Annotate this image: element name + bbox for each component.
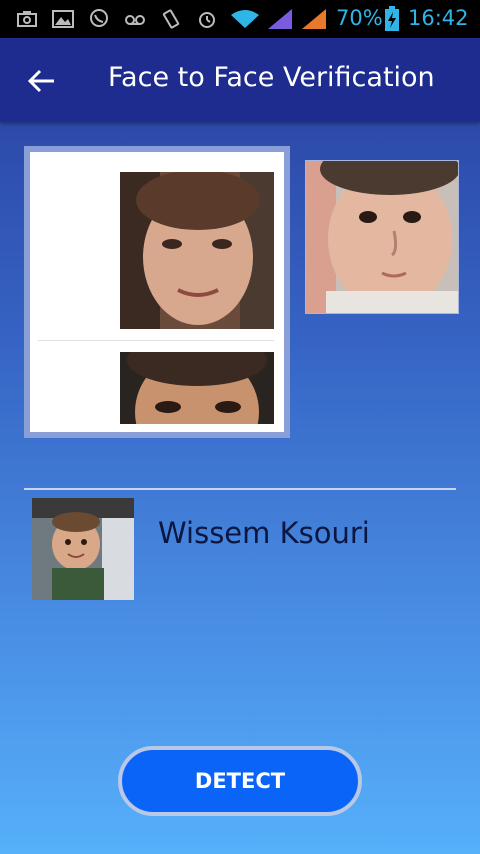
result-photo[interactable] [32, 498, 134, 600]
signal-icon [268, 9, 292, 29]
candidate-faces-list[interactable] [30, 152, 284, 432]
target-face-image[interactable] [305, 160, 459, 314]
list-divider [38, 340, 274, 341]
candidate-face-1[interactable] [120, 172, 274, 329]
vibrate-icon [162, 9, 180, 29]
page-title: Face to Face Verification [108, 62, 435, 93]
result-name: Wissem Ksouri [158, 516, 370, 550]
status-bar: 70% 16:42 [0, 0, 480, 38]
candidate-face-2[interactable] [120, 352, 274, 424]
app-bar: Face to Face Verification [0, 38, 480, 122]
battery-percentage: 70% [336, 6, 383, 30]
viber-icon [90, 9, 108, 27]
detect-button[interactable]: DETECT [118, 746, 362, 816]
signal-icon-2 [302, 9, 326, 29]
wifi-icon [231, 10, 259, 28]
screenshot-icon [17, 11, 37, 27]
gallery-icon [52, 10, 74, 28]
arrow-left-icon[interactable] [26, 65, 58, 97]
voicemail-icon [125, 15, 145, 25]
clock: 16:42 [408, 6, 469, 30]
battery-charging-icon [385, 6, 399, 31]
section-divider [24, 488, 456, 490]
alarm-icon [199, 12, 215, 28]
candidate-faces-panel[interactable] [24, 146, 290, 438]
